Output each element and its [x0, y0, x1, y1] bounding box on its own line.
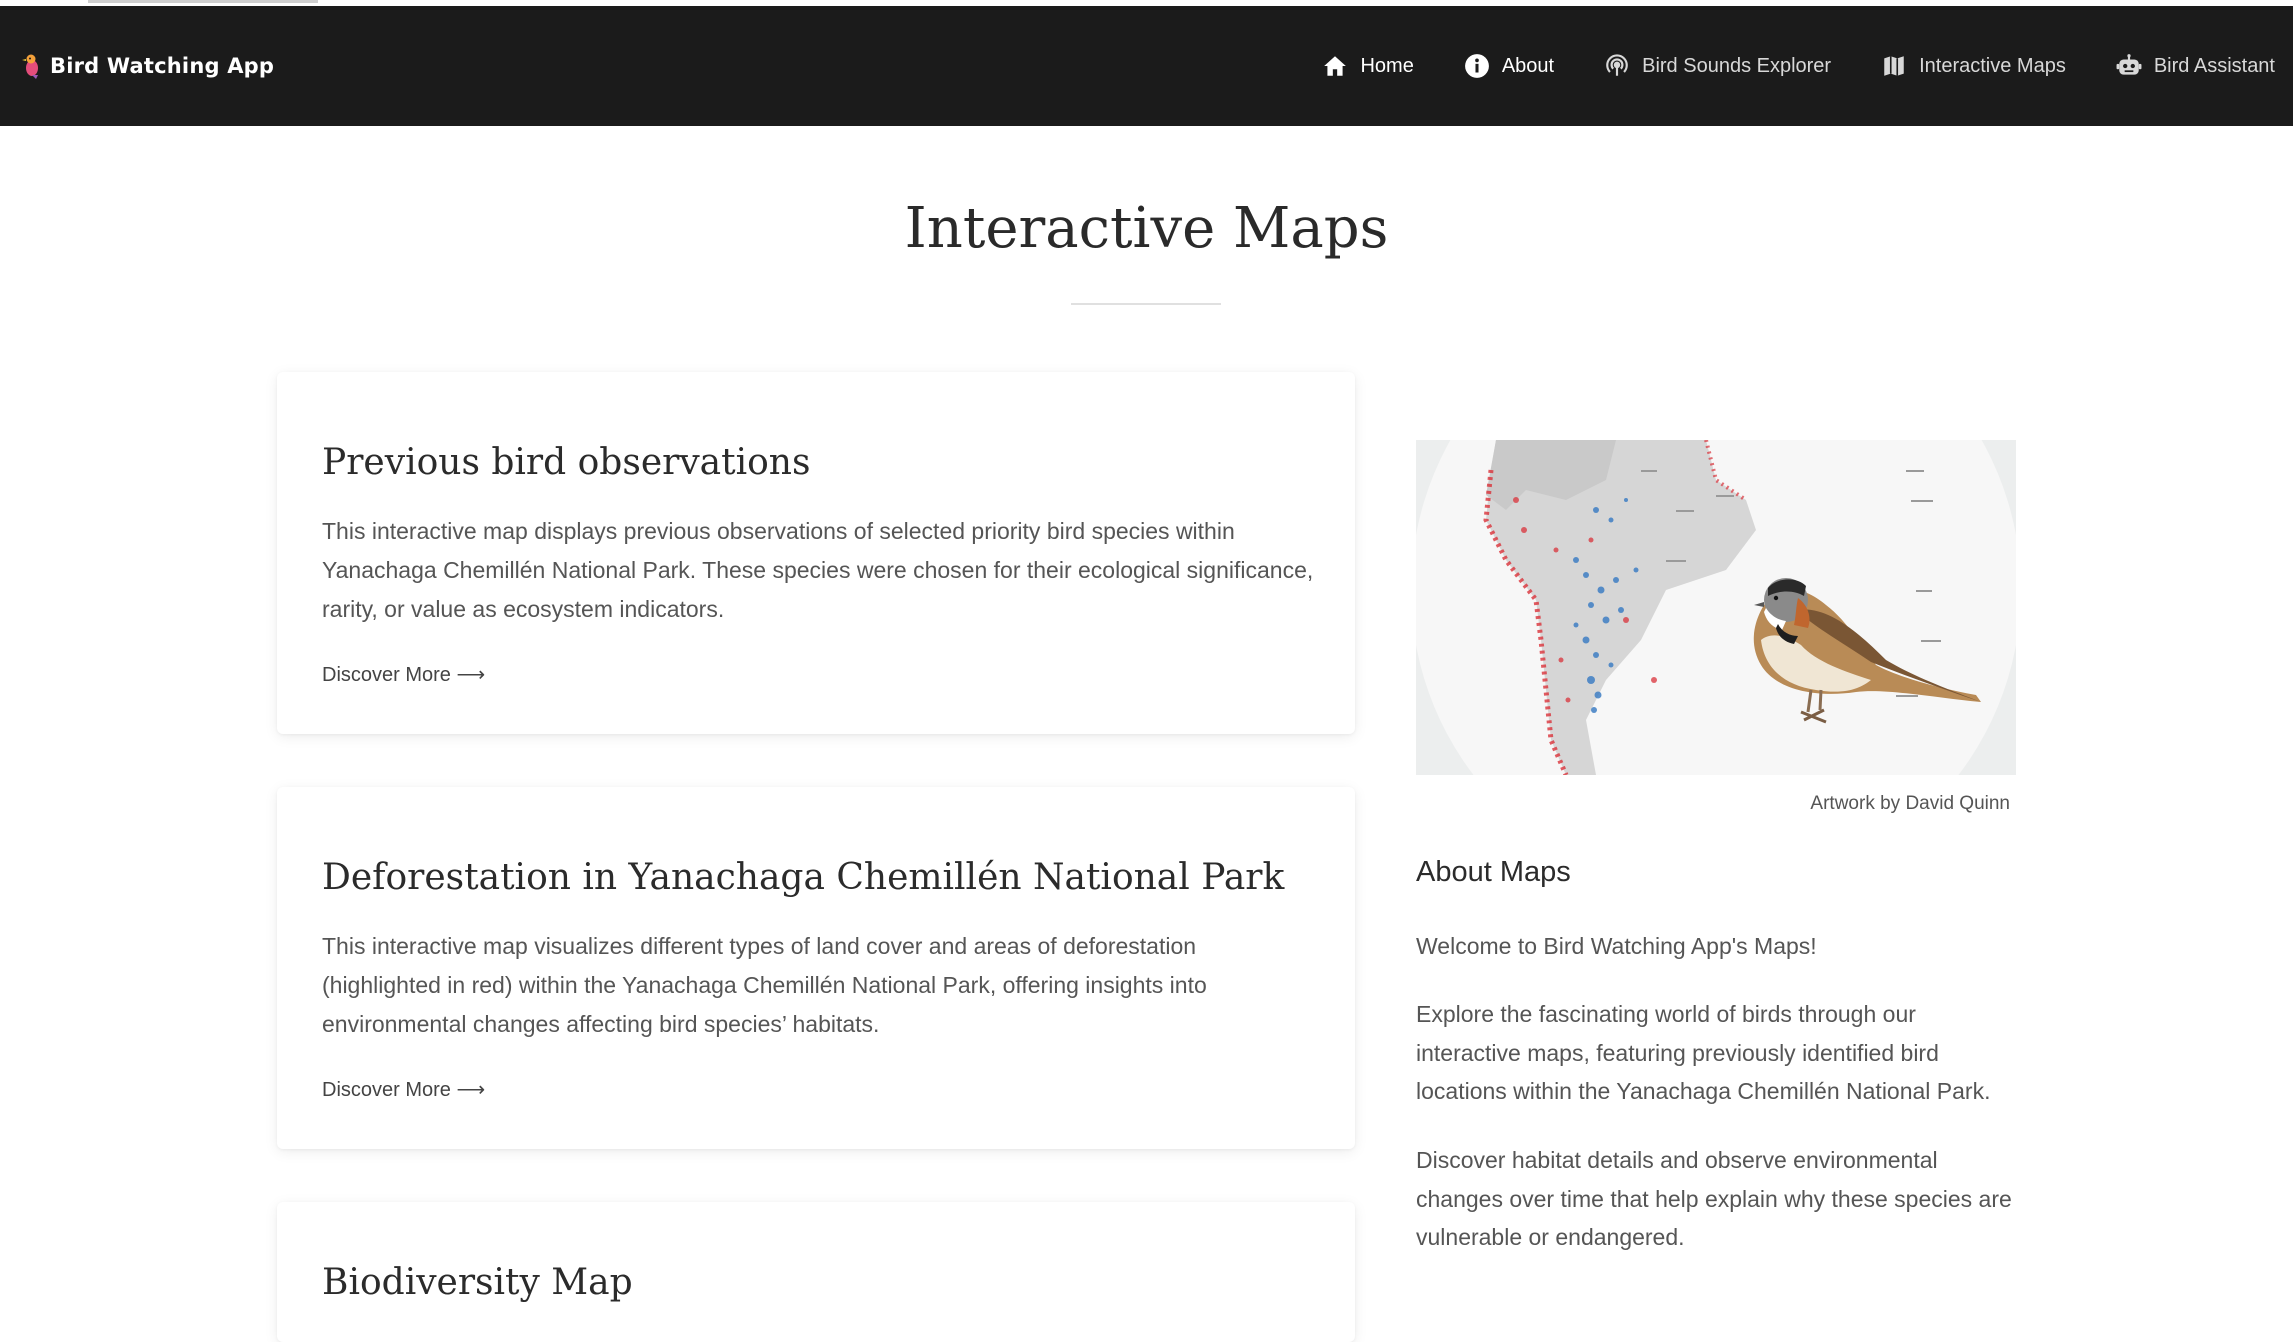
nav-home-label: Home	[1360, 54, 1414, 77]
discover-more-link[interactable]: Discover More ⟶	[322, 1077, 485, 1102]
card-title: Biodiversity Map	[322, 1262, 633, 1303]
nav-about[interactable]: About	[1464, 53, 1554, 79]
title-divider	[1071, 303, 1221, 305]
nav-bird-assistant[interactable]: Bird Assistant	[2116, 53, 2275, 79]
card-biodiversity: Biodiversity Map	[277, 1202, 1355, 1342]
map-artwork-image	[1416, 440, 2016, 775]
south-america-map-illustration	[1416, 440, 2016, 775]
image-credit: Artwork by David Quinn	[1810, 793, 2010, 814]
podcast-icon	[1604, 53, 1630, 79]
card-bird-observations: Previous bird observations This interact…	[277, 372, 1355, 734]
browser-tab-indicator	[88, 0, 318, 3]
nav-bird-assistant-label: Bird Assistant	[2153, 54, 2275, 77]
info-icon	[1464, 53, 1490, 79]
card-title: Previous bird observations	[322, 442, 811, 483]
about-maps-discover: Discover habitat details and observe env…	[1416, 1147, 2012, 1250]
map-icon	[1881, 53, 1907, 79]
about-maps-welcome: Welcome to Bird Watching App's Maps!	[1416, 933, 1817, 959]
page-title: Interactive Maps	[904, 196, 1389, 261]
nav-home[interactable]: Home	[1322, 53, 1414, 79]
robot-icon	[2116, 53, 2142, 79]
home-icon	[1322, 53, 1348, 79]
card-description: This interactive map displays previous o…	[322, 518, 1314, 622]
about-maps-heading: About Maps	[1416, 856, 1571, 888]
about-maps-explore: Explore the fascinating world of birds t…	[1416, 1001, 1991, 1104]
bird-logo-icon	[22, 54, 38, 79]
navbar: Bird Watching App Home About Bird Sounds…	[0, 6, 2293, 126]
card-description: This interactive map visualizes differen…	[322, 933, 1207, 1037]
nav-bird-sounds[interactable]: Bird Sounds Explorer	[1604, 53, 1831, 79]
nav-interactive-maps[interactable]: Interactive Maps	[1881, 53, 2066, 79]
card-title: Deforestation in Yanachaga Chemillén Nat…	[322, 857, 1285, 898]
nav-about-label: About	[1501, 54, 1555, 77]
nav-interactive-maps-label: Interactive Maps	[1919, 54, 2066, 77]
nav-bird-sounds-label: Bird Sounds Explorer	[1642, 54, 1832, 77]
discover-more-link[interactable]: Discover More ⟶	[322, 662, 485, 687]
card-deforestation: Deforestation in Yanachaga Chemillén Nat…	[277, 787, 1355, 1149]
brand[interactable]: Bird Watching App	[22, 6, 274, 126]
brand-name: Bird Watching App	[50, 54, 275, 78]
main-nav: Home About Bird Sounds Explorer Interact…	[1322, 6, 2275, 126]
